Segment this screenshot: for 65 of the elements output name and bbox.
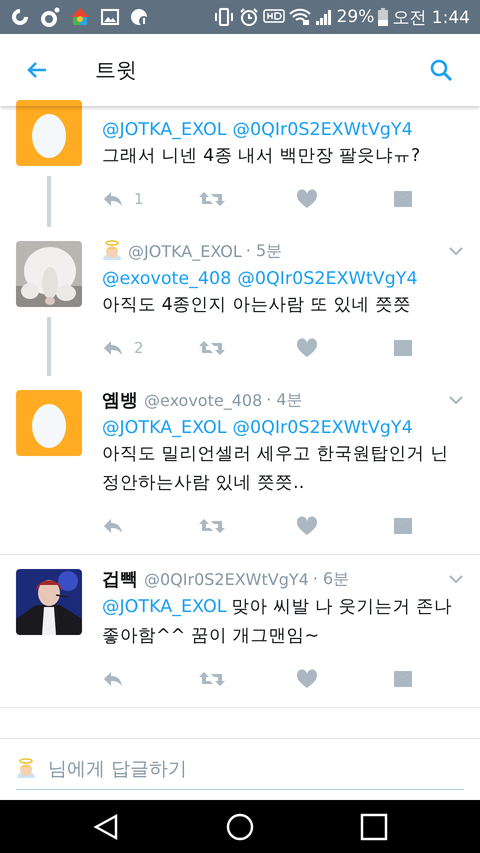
mention-link[interactable]: @exovote_408 — [102, 269, 232, 289]
home-icon[interactable] — [224, 812, 255, 842]
app-icon — [40, 7, 60, 27]
username: @exovote_408 — [144, 390, 262, 410]
retweet-icon[interactable] — [199, 670, 225, 688]
heart-icon[interactable] — [296, 516, 318, 536]
username: @0QIr0S2EXWtVgY4 — [144, 570, 309, 588]
timestamp: · 6분 — [312, 568, 350, 590]
timestamp: · 4분 — [266, 390, 303, 410]
tweet-text: 아직도 밀리언셀러 세우고 한국원탑인거 닌정안하는사람 있네 쯧쯧.. — [102, 443, 450, 495]
timestamp: · 5분 — [246, 240, 282, 262]
recents-icon[interactable] — [360, 812, 388, 840]
tweet[interactable]: 겁빽 @0QIr0S2EXWtVgY4 · 6분 @JOTKA_EXOL 맞아 씨발 나 웃기는거 존나 좋아함^^ 꿈이 개그맨임~ — [0, 555, 480, 708]
tweet[interactable]: 옘뱅 @exovote_408 · 4분 @JOTKA_EXOL @0QIr0S2EXWtVgY4 아직도 밀리언셀러 세우고 한국원탑인거 닌정안하는사람 있네 쯧쯧.. — [0, 376, 480, 555]
search-icon[interactable] — [428, 57, 454, 83]
message-icon[interactable] — [393, 670, 413, 688]
heart-icon[interactable] — [296, 669, 318, 689]
vibrate-icon — [212, 7, 235, 27]
reply-count: 1 — [134, 190, 144, 208]
reply-icon[interactable] — [102, 190, 124, 208]
egg-avatar[interactable] — [16, 390, 82, 456]
alarm-icon — [238, 7, 259, 27]
image-icon — [100, 7, 120, 27]
retweet-icon[interactable] — [199, 517, 225, 535]
tweet-text: @JOTKA_EXOL 맞아 씨발 나 웃기는거 존나 좋아함^^ 꿈이 개그맨임~ — [102, 596, 453, 648]
app-icon — [10, 7, 30, 27]
reply-icon[interactable] — [102, 670, 124, 688]
home-settings-icon — [70, 7, 90, 27]
retweet-icon[interactable] — [199, 190, 225, 208]
mention-link[interactable]: @0QIr0S2EXWtVgY4 — [237, 269, 418, 289]
clock: 오전 1:44 — [392, 6, 470, 28]
wifi-icon — [288, 8, 311, 26]
page-title: 트윗 — [95, 57, 138, 84]
reply-icon[interactable] — [102, 339, 124, 357]
reply-icon[interactable] — [102, 517, 124, 535]
mention-link[interactable]: @JOTKA_EXOL — [102, 418, 226, 438]
mention-link[interactable]: @JOTKA_EXOL — [102, 120, 226, 140]
reply-count: 2 — [134, 339, 144, 357]
username: @JOTKA_EXOL — [128, 242, 242, 260]
chevron-down-icon[interactable] — [448, 574, 464, 584]
message-icon[interactable] — [393, 517, 413, 535]
display-name: 옘뱅 — [102, 389, 138, 412]
reply-field[interactable]: 님에게 답글하기 — [46, 757, 464, 781]
tweet-text: 그래서 니넨 4종 내서 백만장 팔읏냐ㅠ? — [102, 145, 422, 168]
mention-link[interactable]: @0QIr0S2EXWtVgY4 — [232, 120, 413, 140]
tweet[interactable]: @JOTKA_EXOL @0QIr0S2EXWtVgY4 그래서 니넨 4종 내서 백만장 팔읏냐ㅠ? 1 — [0, 100, 480, 227]
egg-avatar[interactable] — [16, 100, 82, 166]
app-icon — [130, 7, 150, 27]
display-name: 겁빽 — [102, 568, 138, 591]
battery-icon — [378, 7, 388, 27]
message-icon[interactable] — [393, 190, 413, 208]
retweet-icon[interactable] — [199, 339, 225, 357]
tweet-text: 아직도 4종인지 아는사람 또 있네 쯧쯧 — [102, 294, 412, 317]
tweet[interactable]: @JOTKA_EXOL · 5분 @exovote_408 @0QIr0S2EXWtVgY4 아직도 4종인지 아는사람 또 있네 쯧쯧 2 — [0, 227, 480, 376]
signal-icon — [314, 8, 333, 26]
battery-percent: 29% — [336, 7, 374, 27]
heart-icon[interactable] — [296, 338, 318, 358]
mention-link[interactable]: @JOTKA_EXOL — [102, 597, 226, 617]
chevron-down-icon[interactable] — [448, 395, 464, 405]
mention-link[interactable]: @0QIr0S2EXWtVgY4 — [232, 418, 413, 438]
hd-icon — [262, 8, 285, 26]
angel-icon — [16, 758, 36, 780]
chevron-down-icon[interactable] — [448, 246, 464, 256]
heart-icon[interactable] — [296, 189, 318, 209]
message-icon[interactable] — [393, 339, 413, 357]
